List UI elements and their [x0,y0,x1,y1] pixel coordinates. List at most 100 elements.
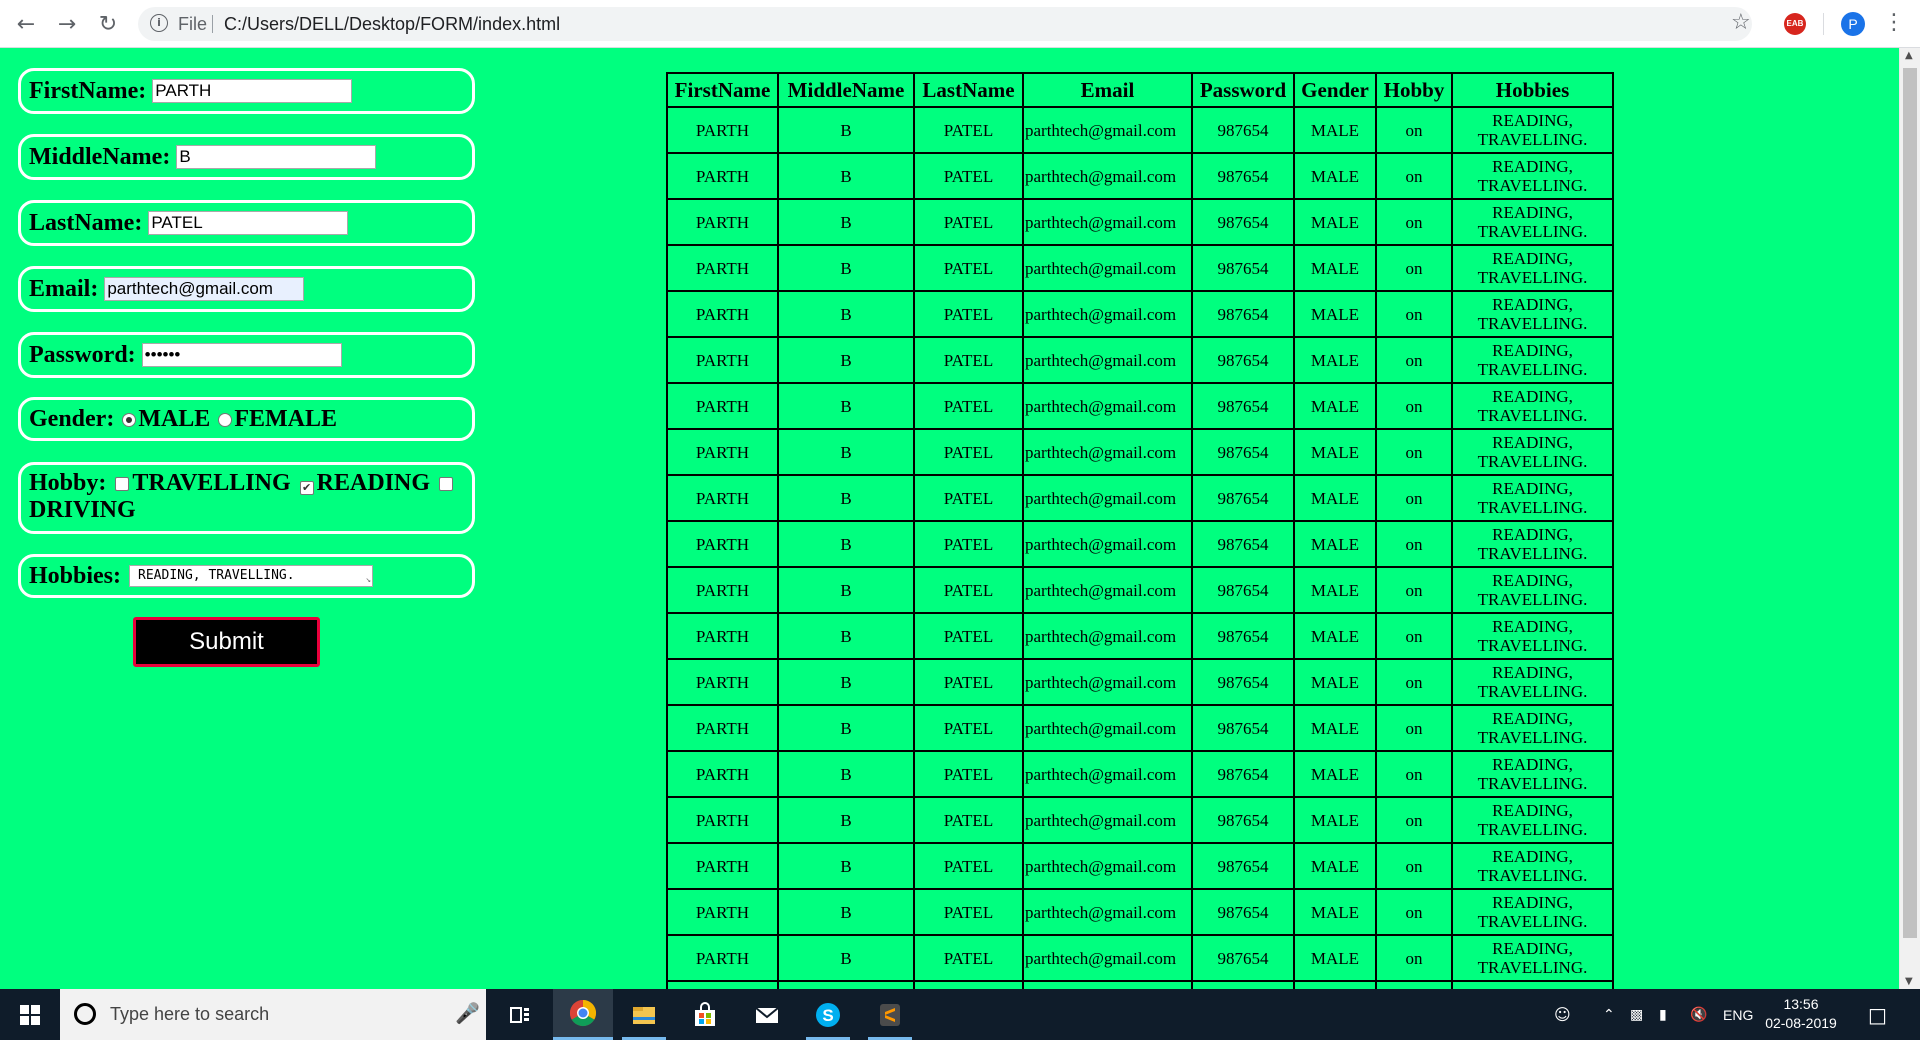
scroll-thumb[interactable] [1903,68,1917,938]
cell-middlename: B [777,336,915,384]
volume-muted-icon[interactable]: 🔇 [1690,989,1707,1040]
bookmark-star-icon[interactable]: ☆ [1731,10,1751,35]
cell-firstname: PARTH [666,750,779,798]
extension-icon[interactable]: EAB [1784,13,1806,35]
taskbar-clock[interactable]: 13:56 02-08-2019 [1762,995,1840,1033]
table-row: PARTHBPATELparthtech@gmail.com987654MALE… [666,152,1614,200]
info-icon[interactable]: i [150,14,168,32]
cell-password: 987654 [1191,382,1295,430]
cell-gender: MALE [1293,520,1377,568]
cell-middlename: B [777,474,915,522]
search-placeholder: Type here to search [110,1004,270,1024]
cell-firstname: PARTH [666,658,779,706]
cell-email: parthtech@gmail.com [1022,612,1193,660]
cell-email: parthtech@gmail.com [1022,704,1193,752]
cell-password: 987654 [1191,704,1295,752]
column-header: Hobby [1375,72,1453,108]
taskbar-app-store[interactable] [675,989,735,1040]
microphone-icon[interactable]: 🎤 [455,1001,480,1025]
gender-male-radio[interactable] [122,413,137,427]
clock-date: 02-08-2019 [1765,1015,1837,1031]
middlename-input[interactable] [176,145,377,169]
column-header: Password [1191,72,1295,108]
address-bar[interactable]: i File C:/Users/DELL/Desktop/FORM/index.… [138,7,1752,41]
cell-firstname: PARTH [666,336,779,384]
battery-icon[interactable]: ▮ [1659,989,1667,1040]
more-menu-icon[interactable]: ⋮ [1883,8,1905,38]
cell-middlename: B [777,244,915,292]
cell-middlename: B [777,566,915,614]
cell-hobbies: READING, TRAVELLING. [1451,750,1614,798]
task-view-button[interactable] [490,989,550,1040]
hobby-travelling-checkbox[interactable] [115,477,130,491]
start-button[interactable] [0,989,60,1040]
cell-gender: MALE [1293,198,1377,246]
cell-gender: MALE [1293,888,1377,936]
cell-hobby: on [1375,198,1453,246]
notifications-icon[interactable]: □ [1868,989,1887,1040]
cell-firstname: PARTH [666,842,779,890]
scroll-down-icon[interactable]: ▼ [1905,976,1913,987]
cell-hobbies: READING, TRAVELLING. [1451,244,1614,292]
taskbar-app-mail[interactable] [737,989,797,1040]
submit-button[interactable]: Submit [133,617,320,667]
cell-email: parthtech@gmail.com [1022,842,1193,890]
cell-hobbies: READING, TRAVELLING. [1451,474,1614,522]
arrow-right-icon: → [57,11,77,37]
column-header: Gender [1293,72,1377,108]
lastname-input[interactable] [148,211,349,235]
cell-lastname: PATEL [913,612,1024,660]
tray-chevron-up-icon[interactable]: ⌃ [1603,989,1615,1040]
taskbar-app-skype[interactable]: S [798,989,858,1040]
table-row: PARTHBPATELparthtech@gmail.com987654MALE… [666,796,1614,844]
cell-lastname: PATEL [913,796,1024,844]
language-indicator[interactable]: ENG [1723,989,1753,1040]
cell-gender: MALE [1293,244,1377,292]
profile-avatar[interactable]: P [1841,12,1865,36]
forward-button[interactable]: → [53,10,81,38]
network-icon[interactable]: ▩ [1630,989,1643,1040]
page-scrollbar[interactable]: ▲ ▼ [1899,48,1920,989]
hobby-driving-checkbox[interactable] [438,477,453,491]
cell-firstname: PARTH [666,612,779,660]
hobby-reading-checkbox[interactable]: ✔ [299,481,314,495]
firstname-input[interactable] [152,79,353,103]
cell-gender: MALE [1293,290,1377,338]
gender-female-radio[interactable] [218,413,233,427]
people-icon[interactable]: ☺ [1554,989,1571,1040]
taskbar-app-chrome[interactable] [553,989,613,1040]
cell-email: parthtech@gmail.com [1022,658,1193,706]
email-input[interactable] [104,277,305,301]
middlename-row: MiddleName: [18,134,475,180]
back-button[interactable]: ← [12,10,40,38]
cell-hobby: on [1375,612,1453,660]
hobby-driving-label: DRIVING [29,497,136,523]
taskbar-app-sublime[interactable] [860,989,920,1040]
cell-lastname: PATEL [913,106,1024,154]
hobbies-label: Hobbies: [29,562,122,589]
cell-middlename: B [777,750,915,798]
cell-lastname: PATEL [913,428,1024,476]
cell-hobby: on [1375,336,1453,384]
cell-hobbies: READING, TRAVELLING. [1451,796,1614,844]
taskbar-search[interactable]: Type here to search 🎤 [60,989,486,1040]
address-separator [212,15,213,33]
cell-password: 987654 [1191,428,1295,476]
cell-hobbies: READING, TRAVELLING. [1451,428,1614,476]
windows-logo-icon [20,1004,40,1025]
hobbies-textarea[interactable]: READING, TRAVELLING. ↘ [129,565,374,587]
url-text[interactable]: C:/Users/DELL/Desktop/FORM/index.html [224,14,560,35]
password-input[interactable] [141,343,342,367]
cell-email: parthtech@gmail.com [1022,336,1193,384]
cell-hobby: on [1375,244,1453,292]
table-row: PARTHBPATELparthtech@gmail.com987654MALE… [666,750,1614,798]
cell-email: parthtech@gmail.com [1022,566,1193,614]
reload-button[interactable]: ↻ [94,10,122,38]
gender-label: Gender: [29,405,115,432]
cell-firstname: PARTH [666,704,779,752]
scroll-up-icon[interactable]: ▲ [1905,50,1913,61]
resize-grip-icon[interactable]: ↘ [366,576,371,585]
taskbar-app-file-explorer[interactable] [614,989,674,1040]
cell-middlename: B [777,842,915,890]
cell-password: 987654 [1191,566,1295,614]
